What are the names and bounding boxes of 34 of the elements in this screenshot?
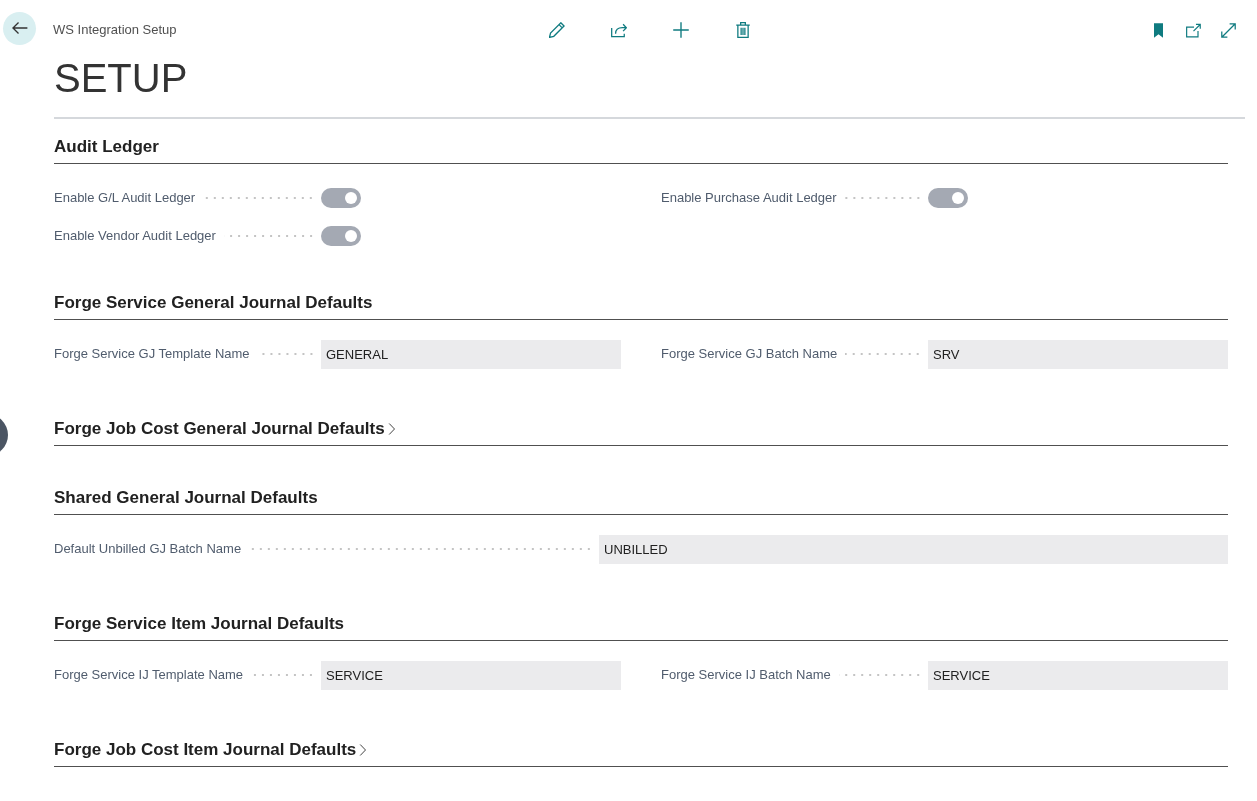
toggle-switch[interactable] xyxy=(928,188,968,208)
arrow-left-icon xyxy=(11,20,28,36)
field-label: Enable G/L Audit Ledger xyxy=(54,189,196,208)
plus-icon xyxy=(673,22,689,38)
section-header[interactable]: Forge Service Item Journal Defaults xyxy=(54,612,345,636)
page-title: SETUP xyxy=(54,55,189,102)
field-label: Forge Service GJ Template Name xyxy=(54,345,250,364)
box-arrow-icon xyxy=(1185,22,1201,38)
text-field[interactable]: GENERAL xyxy=(321,339,621,369)
share-icon xyxy=(611,22,627,38)
text-field[interactable]: UNBILLED xyxy=(599,534,1228,564)
toggle-switch[interactable] xyxy=(321,188,361,208)
field-label: Enable Purchase Audit Ledger xyxy=(661,189,837,208)
chevron-right-icon xyxy=(387,422,396,436)
text-field[interactable]: SRV xyxy=(928,339,1228,369)
page-caption: WS Integration Setup xyxy=(53,21,178,40)
expand-icon xyxy=(1220,22,1236,38)
field-label: Enable Vendor Audit Ledger xyxy=(54,227,216,246)
chevron-right-icon xyxy=(359,743,368,757)
field-label: Forge Service GJ Batch Name xyxy=(661,345,838,364)
section-header[interactable]: Audit Ledger xyxy=(54,135,159,159)
toggle-switch[interactable] xyxy=(321,226,361,246)
pencil-icon xyxy=(549,22,565,38)
trash-icon xyxy=(735,22,751,38)
field-label: Forge Service IJ Template Name xyxy=(54,666,244,685)
section-header[interactable]: Forge Job Cost General Journal Defaults xyxy=(54,417,396,441)
text-field[interactable]: SERVICE xyxy=(321,660,621,690)
field-label: Forge Service IJ Batch Name xyxy=(661,666,831,685)
text-field[interactable]: SERVICE xyxy=(928,660,1228,690)
section-header[interactable]: Forge Job Cost Item Journal Defaults xyxy=(54,738,368,762)
field-label: Default Unbilled GJ Batch Name xyxy=(54,540,242,559)
back-button[interactable] xyxy=(3,11,36,45)
section-header[interactable]: Forge Service General Journal Defaults xyxy=(54,291,373,315)
section-header[interactable]: Shared General Journal Defaults xyxy=(54,486,318,510)
